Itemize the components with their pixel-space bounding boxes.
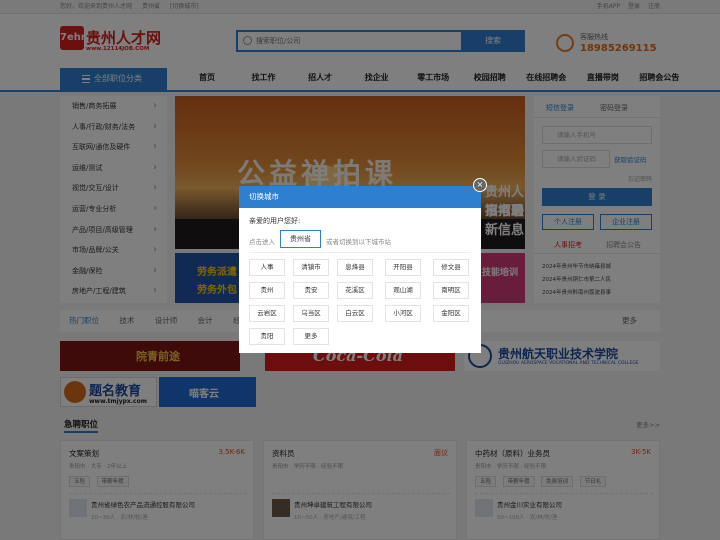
or-switch-label: 或者切换到以下城市站 bbox=[326, 238, 391, 246]
city-switch-modal: 切换城市 × 亲爱的用户您好: 点击进入 贵州省 或者切换到以下城市站 人事 清… bbox=[239, 178, 487, 353]
city-option[interactable]: 云岩区 bbox=[249, 305, 285, 322]
city-option[interactable]: 白云区 bbox=[337, 305, 373, 322]
current-city-button[interactable]: 贵州省 bbox=[280, 230, 321, 248]
close-icon[interactable]: × bbox=[473, 178, 487, 192]
city-option[interactable]: 观山湖 bbox=[385, 282, 421, 299]
city-option[interactable]: 人事 bbox=[249, 259, 285, 276]
modal-greeting: 亲爱的用户您好: bbox=[249, 217, 301, 225]
city-option[interactable]: 金阳区 bbox=[433, 305, 469, 322]
city-option[interactable]: 贵阳 bbox=[249, 328, 285, 345]
page: 您好，欢迎来到贵州人才网 贵州省 [切换城市] 手机APP 登录 注册 7ehr… bbox=[0, 0, 720, 540]
city-option-more[interactable]: 更多 bbox=[293, 328, 329, 345]
city-option[interactable]: 清镇市 bbox=[293, 259, 329, 276]
city-option[interactable]: 乌当区 bbox=[293, 305, 329, 322]
city-option[interactable]: 贵州 bbox=[249, 282, 285, 299]
city-option[interactable]: 开阳县 bbox=[385, 259, 421, 276]
city-option[interactable]: 贵安 bbox=[293, 282, 329, 299]
city-option[interactable]: 息烽县 bbox=[337, 259, 373, 276]
city-option[interactable]: 花溪区 bbox=[337, 282, 373, 299]
divider bbox=[249, 252, 471, 253]
city-option[interactable]: 修文县 bbox=[433, 259, 469, 276]
enter-label: 点击进入 bbox=[249, 238, 275, 246]
city-option[interactable]: 南明区 bbox=[433, 282, 469, 299]
city-option[interactable]: 小河区 bbox=[385, 305, 421, 322]
modal-title: 切换城市 bbox=[239, 186, 481, 208]
